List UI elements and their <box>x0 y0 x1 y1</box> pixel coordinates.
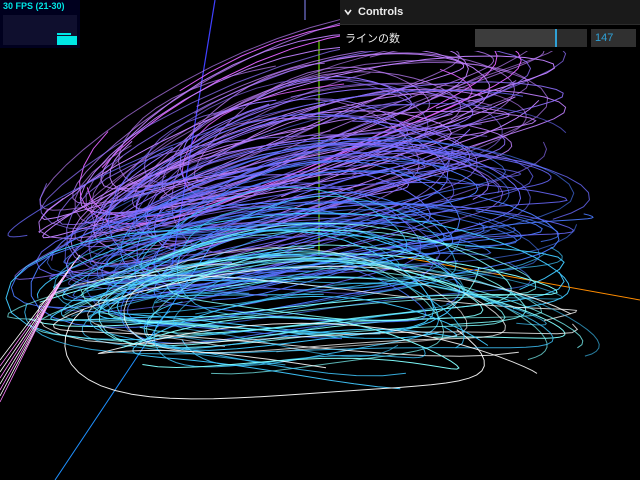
line-count-slider[interactable] <box>475 29 587 47</box>
slider-knob[interactable] <box>554 29 557 47</box>
fps-peak-mark <box>57 33 71 35</box>
controls-title: Controls <box>358 6 404 18</box>
fps-stats-panel[interactable]: 30 FPS (21-30) <box>0 0 80 48</box>
line-count-label: ラインの数 <box>345 33 400 45</box>
fps-label: 30 FPS (21-30) <box>3 1 65 11</box>
chevron-down-icon <box>344 9 352 16</box>
slider-fill <box>475 29 556 47</box>
controls-panel: Controls ラインの数 147 <box>340 0 640 51</box>
3d-scene-canvas[interactable] <box>0 0 640 480</box>
fps-bar <box>57 36 77 45</box>
line-count-input[interactable]: 147 <box>591 29 636 47</box>
fps-graph <box>3 15 77 45</box>
controls-header[interactable]: Controls <box>340 0 640 25</box>
line-count-row: ラインの数 147 <box>340 25 640 51</box>
